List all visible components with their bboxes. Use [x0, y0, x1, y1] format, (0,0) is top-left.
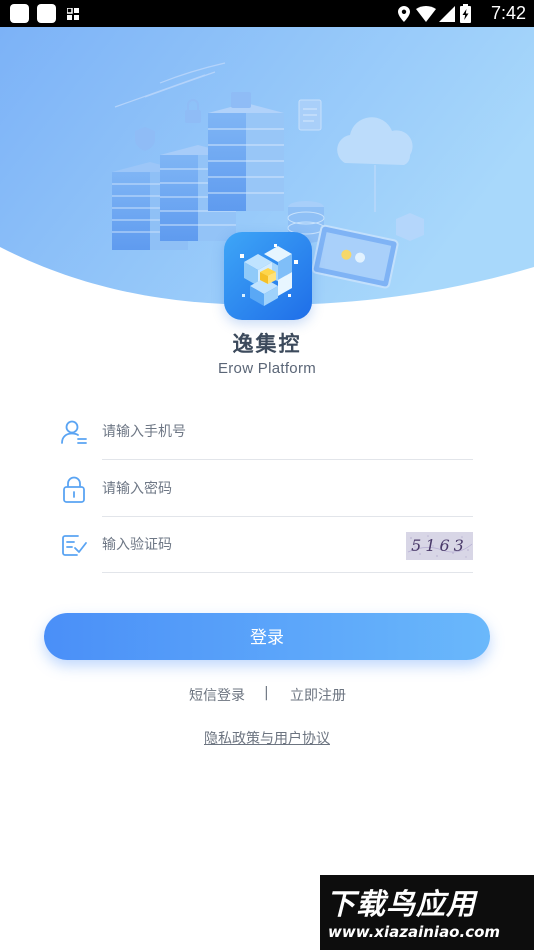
grid-icon [67, 8, 79, 20]
watermark-url: www.xiazainiao.com [328, 923, 501, 941]
links-separator: | [264, 685, 269, 701]
password-input[interactable] [102, 475, 382, 503]
status-time: 7:42 [490, 3, 526, 23]
notification-square-icon [10, 4, 29, 23]
privacy-policy-link[interactable]: 隐私政策与用户协议 [0, 728, 534, 748]
signal-icon [439, 6, 455, 22]
captcha-image[interactable]: 5163 [406, 532, 473, 560]
battery-charging-icon [460, 4, 471, 23]
app-logo-icon [224, 232, 312, 320]
captcha-underline [102, 572, 473, 573]
user-icon [61, 420, 87, 444]
verify-code-icon [62, 535, 87, 556]
watermark: 下载鸟应用 www.xiazainiao.com [320, 875, 534, 950]
phone-input[interactable] [102, 418, 382, 446]
password-field [58, 461, 473, 517]
status-bar: 7:42 [0, 0, 534, 27]
auth-links: 短信登录 | 立即注册 [0, 685, 534, 707]
sms-login-link[interactable]: 短信登录 [189, 685, 245, 705]
login-screen: 7:42 逸集控 Erow Platform 请输入手机号 输入验证码 5163… [0, 0, 534, 950]
app-name: 逸集控 [232, 332, 302, 356]
app-subtitle: Erow Platform [217, 360, 317, 377]
phone-field [58, 404, 473, 460]
system-status: 7:42 [396, 3, 526, 24]
watermark-title: 下载鸟应用 [326, 887, 477, 921]
location-icon [398, 6, 410, 22]
wifi-icon [416, 6, 436, 22]
register-link[interactable]: 立即注册 [290, 685, 346, 705]
captcha-code: 5163 [411, 536, 468, 555]
notification-square-icon [37, 4, 56, 23]
login-button[interactable]: 登录 [44, 613, 490, 660]
captcha-field: 5163 [58, 517, 473, 573]
phone-underline [102, 459, 473, 460]
lock-icon [63, 476, 85, 503]
captcha-input[interactable] [102, 531, 342, 559]
